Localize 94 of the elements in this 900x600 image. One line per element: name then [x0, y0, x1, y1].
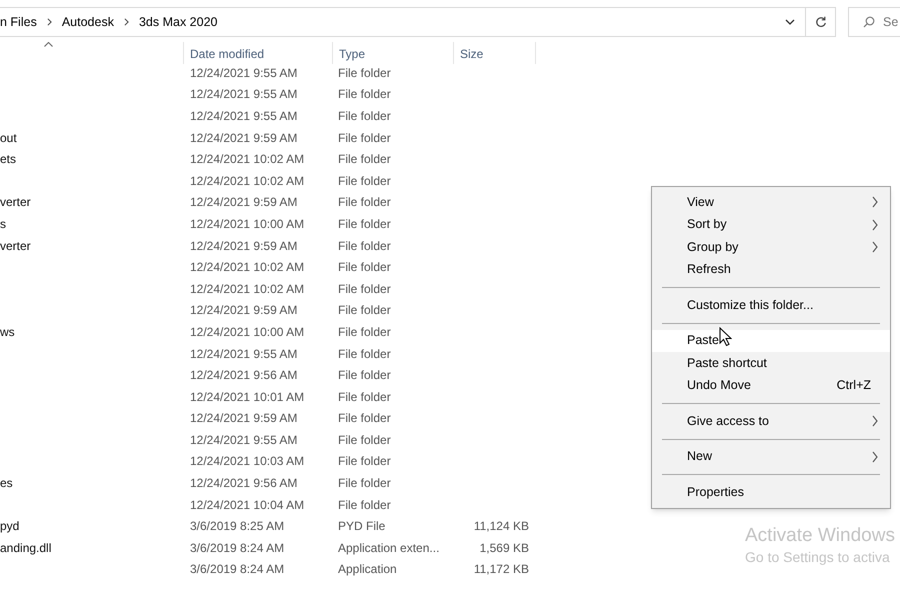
date-cell: 3/6/2019 8:24 AM	[190, 540, 284, 555]
date-cell: 12/24/2021 10:00 AM	[190, 324, 304, 339]
type-cell: File folder	[338, 174, 391, 188]
date-cell: 12/24/2021 9:55 AM	[190, 108, 298, 123]
chevron-right-icon	[872, 196, 878, 208]
menu-item[interactable]: Refresh	[652, 258, 890, 281]
date-cell: 12/24/2021 9:59 AM	[190, 130, 298, 145]
menu-item[interactable]: Undo Move Ctrl+Z	[652, 374, 890, 397]
file-name: es	[0, 476, 13, 490]
type-cell: PYD File	[338, 519, 386, 534]
chevron-down-icon[interactable]	[785, 19, 795, 25]
date-cell: 12/24/2021 9:59 AM	[190, 303, 298, 318]
type-cell: File folder	[338, 303, 391, 318]
file-name: verter	[0, 238, 31, 253]
type-cell: File folder	[338, 87, 391, 102]
chevron-right-icon	[46, 18, 52, 26]
date-cell: 12/24/2021 9:55 AM	[190, 346, 298, 361]
search-field[interactable]: Se	[848, 7, 900, 37]
menu-item[interactable]: New	[652, 446, 890, 468]
activation-subtitle: Go to Settings to activa	[745, 548, 891, 566]
date-cell: 12/24/2021 10:02 AM	[190, 282, 304, 296]
breadcrumb[interactable]: Autodesk	[62, 12, 114, 32]
type-cell: File folder	[338, 324, 391, 339]
type-cell: File folder	[338, 130, 391, 145]
type-cell: Application exten...	[338, 540, 440, 555]
date-cell: 12/24/2021 9:56 AM	[190, 476, 298, 490]
breadcrumb[interactable]: n Files	[0, 12, 37, 32]
file-name: out	[0, 130, 17, 145]
search-icon	[863, 16, 875, 28]
chevron-right-icon	[872, 241, 878, 254]
address-bar[interactable]: n Files Autodesk 3ds Max 2020	[0, 7, 806, 37]
date-cell: 12/24/2021 10:04 AM	[190, 498, 304, 512]
file-name: verter	[0, 195, 31, 210]
menu-item[interactable]: Paste shortcut	[652, 352, 890, 374]
size-cell: 11,124 KB	[474, 519, 529, 534]
chevron-right-icon	[124, 18, 129, 26]
column-header[interactable]: Size	[453, 42, 536, 64]
type-cell: File folder	[338, 454, 391, 468]
menu-item[interactable]: Properties	[652, 481, 890, 504]
date-cell: 12/24/2021 10:01 AM	[190, 390, 304, 404]
file-name: pyd	[0, 519, 20, 534]
date-cell: 12/24/2021 9:59 AM	[190, 238, 298, 253]
activation-title: Activate Windows	[745, 524, 895, 548]
file-name: ws	[0, 324, 15, 339]
refresh-icon	[814, 16, 826, 28]
type-cell: File folder	[338, 152, 391, 166]
date-cell: 12/24/2021 9:55 AM	[190, 87, 298, 102]
type-cell: File folder	[338, 282, 391, 296]
size-cell: 1,569 KB	[480, 540, 529, 555]
date-cell: 12/24/2021 10:02 AM	[190, 152, 304, 166]
column-header[interactable]: Date modified	[183, 42, 332, 64]
chevron-right-icon	[872, 218, 878, 231]
type-cell: File folder	[338, 476, 391, 490]
chevron-right-icon	[872, 415, 878, 428]
menu-item[interactable]: Give access to	[652, 410, 890, 432]
type-cell: File folder	[338, 411, 391, 426]
date-cell: 12/24/2021 9:59 AM	[190, 411, 298, 426]
type-cell: File folder	[338, 432, 391, 447]
type-cell: File folder	[338, 238, 391, 253]
date-cell: 12/24/2021 10:02 AM	[190, 174, 304, 188]
file-name: anding.dll	[0, 540, 52, 555]
mouse-pointer-icon	[719, 327, 732, 347]
type-cell: File folder	[338, 260, 391, 274]
menu-item[interactable]: Group by	[652, 236, 890, 258]
date-cell: 12/24/2021 10:03 AM	[190, 454, 304, 468]
type-cell: File folder	[338, 346, 391, 361]
date-cell: 12/24/2021 9:59 AM	[190, 195, 298, 210]
column-header[interactable]: Type	[332, 42, 453, 64]
type-cell: File folder	[338, 368, 391, 382]
type-cell: File folder	[338, 216, 391, 231]
date-cell: 12/24/2021 9:55 AM	[190, 432, 298, 447]
file-name: ets	[0, 152, 16, 166]
type-cell: File folder	[338, 390, 391, 404]
menu-item[interactable]: Paste	[652, 330, 890, 352]
size-cell: 11,172 KB	[474, 562, 529, 576]
date-cell: 3/6/2019 8:24 AM	[190, 562, 284, 576]
type-cell: File folder	[338, 195, 391, 210]
menu-item[interactable]: View	[652, 191, 890, 214]
type-cell: Application	[338, 562, 397, 576]
refresh-button[interactable]	[806, 7, 836, 37]
breadcrumb[interactable]: 3ds Max 2020	[138, 12, 218, 32]
date-cell: 12/24/2021 9:56 AM	[190, 368, 298, 382]
search-placeholder: Se	[883, 14, 898, 31]
date-cell: 12/24/2021 10:02 AM	[190, 260, 304, 274]
type-cell: File folder	[338, 498, 391, 512]
type-cell: File folder	[338, 108, 391, 123]
date-cell: 12/24/2021 10:00 AM	[190, 216, 304, 231]
date-cell: 12/24/2021 9:55 AM	[190, 66, 298, 80]
menu-item[interactable]: Customize this folder...	[652, 294, 890, 316]
file-name: s	[0, 216, 6, 231]
chevron-right-icon	[872, 450, 878, 463]
menu-item[interactable]: Sort by	[652, 214, 890, 236]
date-cell: 3/6/2019 8:25 AM	[190, 519, 284, 534]
type-cell: File folder	[338, 66, 391, 80]
